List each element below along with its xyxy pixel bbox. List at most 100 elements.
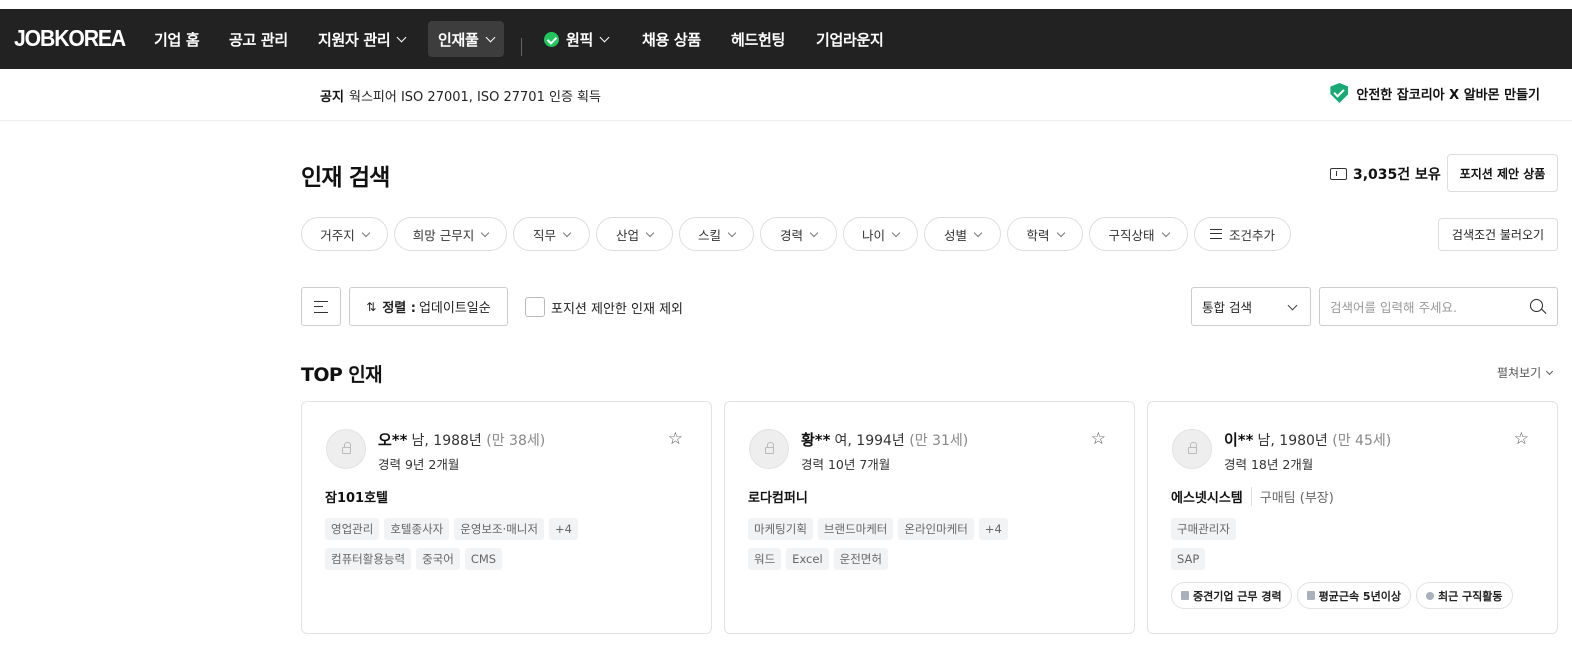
notice-bar: 공지 웍스피어 ISO 27001, ISO 27701 인증 획득 안전한 잡… — [0, 69, 1572, 121]
notice-text[interactable]: 웍스피어 ISO 27001, ISO 27701 인증 획득 — [349, 86, 601, 105]
star-icon[interactable]: ☆ — [1514, 431, 1529, 448]
bookmark-icon — [1181, 591, 1189, 600]
position-offer-product-button[interactable]: 포지션 제안 상품 — [1447, 154, 1558, 192]
chevron-down-icon — [973, 228, 983, 237]
job-tag: 온라인마케터 — [898, 518, 974, 540]
chevron-down-icon — [485, 32, 495, 42]
search-input[interactable] — [1330, 297, 1520, 317]
skill-tag: 운전면허 — [833, 548, 888, 570]
nav-headhunting[interactable]: 헤드헌팅 — [721, 21, 795, 57]
search-icon[interactable] — [1530, 299, 1543, 312]
nav-label: 원픽 — [566, 30, 594, 49]
chevron-down-icon — [727, 228, 737, 237]
filter-chip-age[interactable]: 나이 — [843, 217, 918, 251]
nav-company-lounge[interactable]: 기업라운지 — [806, 21, 894, 57]
filter-chip-skill[interactable]: 스킬 — [679, 217, 754, 251]
badge-label: 평균근속 5년이상 — [1318, 589, 1401, 603]
nav-label: 지원자 관리 — [318, 30, 391, 49]
company-name: 로다컴퍼니 — [748, 491, 808, 506]
filter-chip-gender[interactable]: 성별 — [924, 217, 1001, 251]
activity-dot-icon — [1425, 591, 1434, 600]
chevron-down-icon — [480, 228, 490, 237]
filter-chip-career[interactable]: 경력 — [760, 217, 837, 251]
candidate-summary: 오** 남, 1988년 (만 38세) — [378, 429, 545, 450]
filter-chip-residence[interactable]: 거주지 — [301, 217, 388, 251]
nav-talent-pool[interactable]: 인재풀 — [428, 21, 504, 57]
job-tag: 마케팅기획 — [748, 518, 813, 540]
ticket-icon — [1330, 168, 1347, 180]
load-search-conditions-button[interactable]: 검색조건 불러오기 — [1438, 218, 1558, 251]
top-talent-title: TOP 인재 — [301, 364, 383, 386]
job-tag: 영업관리 — [325, 518, 380, 540]
chip-label: 나이 — [861, 227, 885, 243]
chip-label: 성별 — [943, 227, 967, 243]
job-tags: 영업관리 호텔종사자 운영보조·매니저 +4 — [325, 518, 578, 540]
talent-card[interactable]: 이** 남, 1980년 (만 45세) 경력 18년 2개월 ☆ 에스넷시스템 구… — [1147, 401, 1558, 634]
shield-check-icon — [1330, 83, 1349, 103]
chip-label: 산업 — [615, 227, 639, 243]
chip-label: 희망 근무지 — [412, 227, 475, 243]
candidate-info: 여, 1994년 — [834, 433, 905, 449]
filter-chip-work-location[interactable]: 희망 근무지 — [394, 217, 507, 251]
nav-label: 기업 홈 — [154, 30, 200, 49]
expand-toggle[interactable]: 펼쳐보기 — [1497, 364, 1554, 381]
nav-job-posting[interactable]: 공고 관리 — [219, 21, 298, 57]
candidate-name: 오** — [378, 431, 408, 449]
logo[interactable]: JOBKOREA — [14, 25, 126, 52]
search-type-select[interactable]: 통합 검색 — [1191, 287, 1311, 326]
nav-company-home[interactable]: 기업 홈 — [144, 21, 209, 57]
exclude-offered-checkbox[interactable]: 포지션 제안한 인재 제외 — [525, 297, 683, 317]
chevron-down-icon — [599, 32, 610, 42]
candidate-summary: 황** 여, 1994년 (만 31세) — [801, 429, 968, 450]
view-toggle-button[interactable] — [301, 287, 341, 326]
star-icon[interactable]: ☆ — [668, 431, 683, 448]
nav-recruit-products[interactable]: 채용 상품 — [632, 21, 711, 57]
avatar — [326, 429, 366, 469]
add-condition-button[interactable]: 조건추가 — [1194, 217, 1291, 251]
skill-tags: 워드 Excel 운전면허 — [748, 548, 888, 570]
filter-chip-job-status[interactable]: 구직상태 — [1089, 217, 1188, 251]
talent-card[interactable]: 황** 여, 1994년 (만 31세) 경력 10년 7개월 ☆ 로다컴퍼니 마… — [724, 401, 1135, 634]
lock-icon — [765, 442, 774, 454]
job-tag: 운영보조·매니저 — [454, 518, 544, 540]
avatar — [1172, 429, 1212, 469]
nav-onepick[interactable]: 원픽 — [534, 21, 618, 57]
safe-campaign-link[interactable]: 안전한 잡코리아 X 알바몬 만들기 — [1330, 83, 1540, 103]
sort-value: 업데이트일순 — [418, 301, 491, 316]
chevron-down-icon — [1287, 300, 1298, 311]
nav-label: 인재풀 — [438, 30, 479, 49]
talent-card[interactable]: 오** 남, 1988년 (만 38세) 경력 9년 2개월 ☆ 잠101호텔 영… — [301, 401, 712, 634]
star-icon[interactable]: ☆ — [1091, 431, 1106, 448]
chevron-down-icon — [396, 32, 407, 42]
sliders-icon — [1209, 229, 1222, 239]
chevron-down-icon — [645, 228, 655, 237]
chevron-down-icon — [1161, 228, 1170, 237]
filter-chip-education[interactable]: 학력 — [1007, 217, 1083, 251]
sort-button[interactable]: ⇅ 정렬 : 업데이트일순 — [349, 287, 508, 326]
more-tag: +4 — [548, 518, 578, 540]
chip-label: 스킬 — [697, 227, 721, 243]
chip-label: 구직상태 — [1108, 227, 1155, 243]
badge-label: 최근 구직활동 — [1437, 589, 1503, 603]
filter-chip-job[interactable]: 직무 — [513, 217, 590, 251]
chevron-down-icon — [361, 228, 370, 237]
nav-applicants[interactable]: 지원자 관리 — [308, 21, 415, 57]
badge-midsize-company: 중견기업 근무 경력 — [1171, 582, 1292, 609]
expand-label: 펼쳐보기 — [1497, 366, 1542, 380]
checkbox-box[interactable] — [525, 297, 545, 317]
notice-label: 공지 — [320, 90, 344, 105]
candidate-experience: 경력 18년 2개월 — [1224, 457, 1314, 472]
filter-chip-industry[interactable]: 산업 — [596, 217, 673, 251]
skill-tag: 워드 — [748, 548, 782, 570]
candidate-info: 남, 1988년 — [411, 433, 482, 449]
job-tag: 호텔종사자 — [384, 518, 450, 540]
candidate-badges: 중견기업 근무 경력 평균근속 5년이상 최근 구직활동 — [1171, 582, 1513, 609]
skill-tag: CMS — [464, 548, 503, 570]
lock-icon — [342, 442, 351, 454]
skill-tag: SAP — [1171, 548, 1206, 570]
candidate-experience: 경력 9년 2개월 — [378, 457, 460, 472]
candidate-summary: 이** 남, 1980년 (만 45세) — [1224, 429, 1391, 450]
owned-count-label: 3,035건 보유 — [1353, 167, 1441, 183]
sort-arrows-icon: ⇅ — [366, 299, 377, 314]
building-icon — [1306, 591, 1315, 600]
